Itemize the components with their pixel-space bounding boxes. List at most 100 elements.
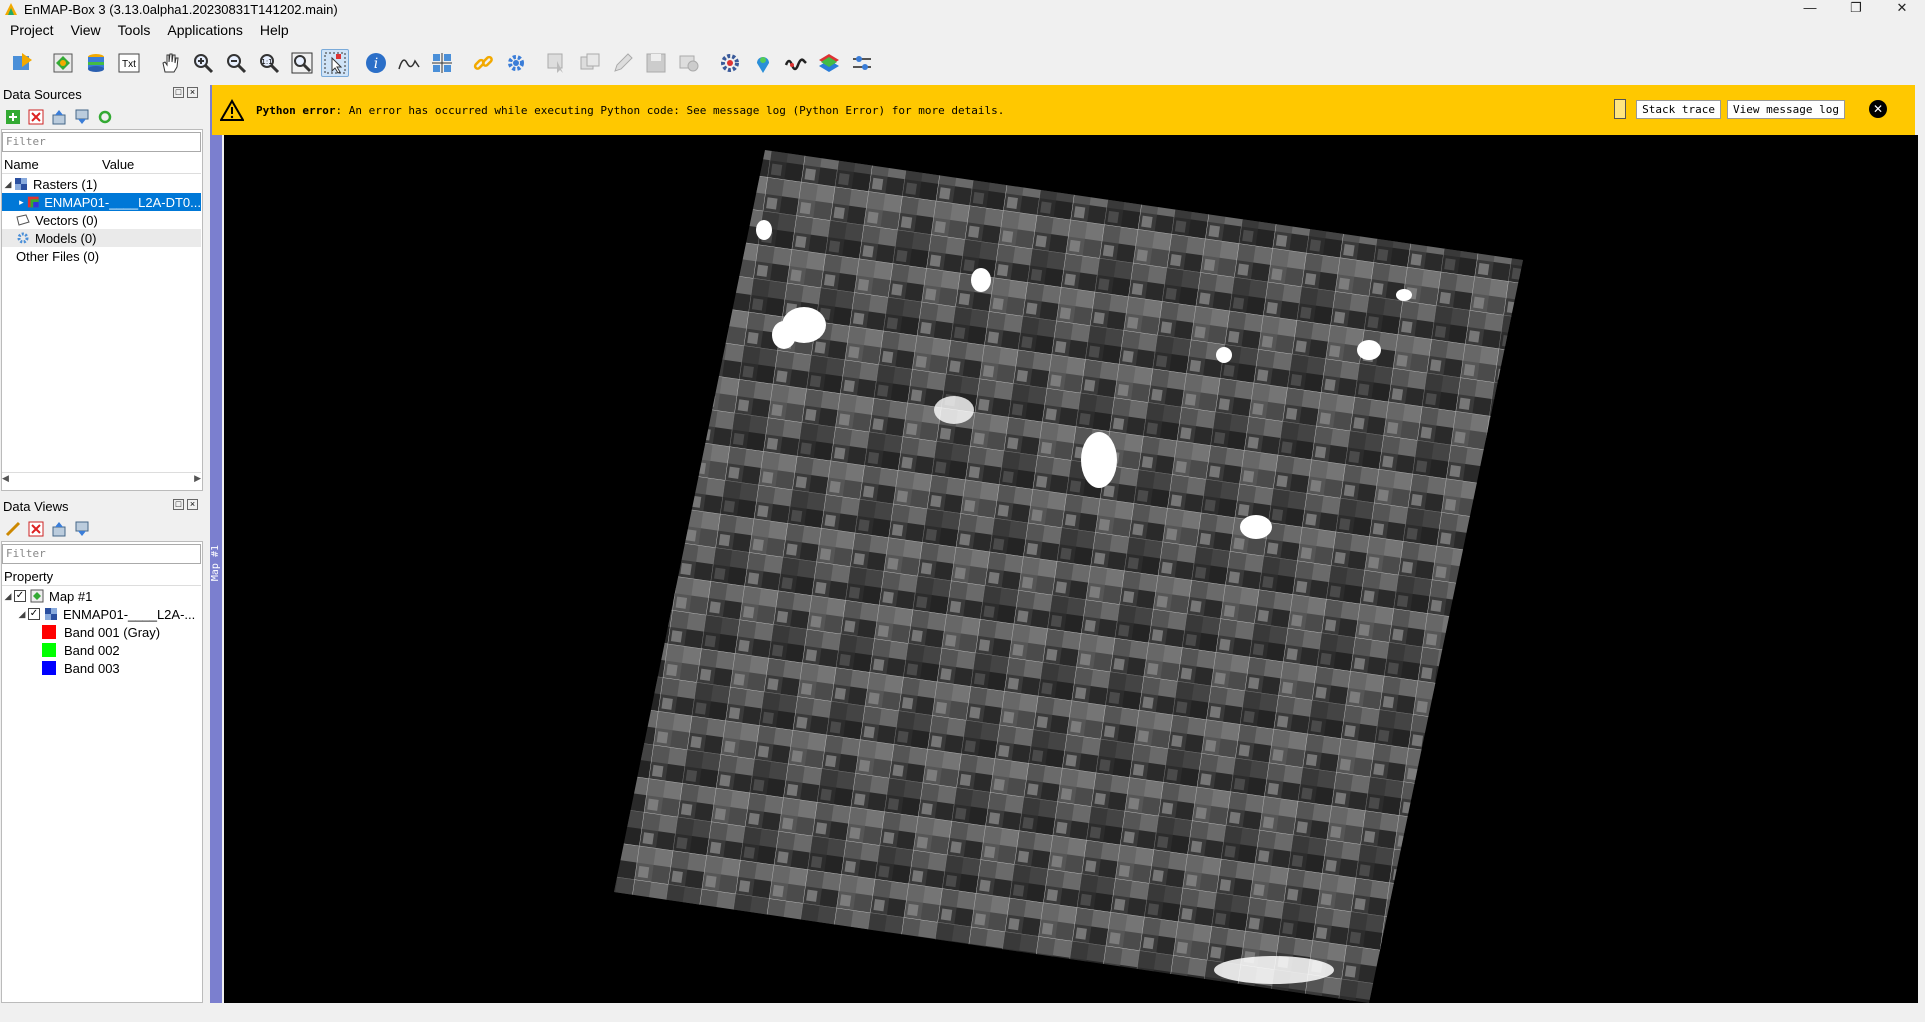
add-source-icon[interactable]	[4, 108, 21, 125]
column-name[interactable]: Name	[2, 157, 102, 172]
tree-item-vectors[interactable]: Vectors (0)	[2, 211, 201, 229]
map-icon	[30, 589, 44, 603]
select-icon[interactable]	[321, 49, 349, 77]
band-color-swatch	[42, 661, 56, 675]
remove-source-icon[interactable]	[27, 108, 44, 125]
tree-item-band[interactable]: Band 002	[2, 641, 201, 659]
progress-icon	[1614, 99, 1627, 119]
scroll-right-icon[interactable]: ▶	[194, 473, 201, 486]
model-icon	[17, 232, 29, 244]
close-window-icon[interactable]: ✕	[1879, 0, 1925, 18]
pan-icon[interactable]	[156, 49, 184, 77]
add-database-icon[interactable]	[82, 49, 110, 77]
tree-item-models[interactable]: Models (0)	[2, 229, 201, 247]
data-views-filter[interactable]: Filter	[2, 544, 201, 564]
menu-applications[interactable]: Applications	[157, 22, 250, 38]
collapse-arrow-icon[interactable]: ◢	[2, 591, 14, 602]
close-dock-icon[interactable]: ×	[187, 499, 198, 510]
data-sources-filter[interactable]: Filter	[2, 132, 201, 152]
crosshair-icon[interactable]	[428, 49, 456, 77]
zoom-in-icon[interactable]	[189, 49, 217, 77]
tree-item-label: Models (0)	[35, 230, 97, 246]
menu-bar: Project View Tools Applications Help	[0, 19, 296, 41]
brush-icon[interactable]	[4, 520, 21, 537]
spectral-profile-icon[interactable]	[395, 49, 423, 77]
data-views-toolbar	[4, 520, 90, 537]
map-dock-tab[interactable]: Map #1	[210, 85, 222, 1003]
zoom-native-icon[interactable]: 1:1	[255, 49, 283, 77]
collapse-icon[interactable]	[50, 108, 67, 125]
stack-trace-button[interactable]: Stack trace	[1636, 99, 1722, 119]
menu-help[interactable]: Help	[250, 22, 296, 38]
column-property[interactable]: Property	[2, 569, 53, 584]
add-raster-icon[interactable]	[49, 49, 77, 77]
zoom-full-icon[interactable]	[288, 49, 316, 77]
tree-item-label: ENMAP01-____L2A-...	[63, 606, 196, 622]
visibility-checkbox[interactable]: ✓	[14, 590, 26, 602]
tree-item-label: Band 003	[64, 660, 120, 676]
record-icon[interactable]	[675, 49, 703, 77]
tree-item-map[interactable]: ◢ ✓ Map #1	[2, 587, 201, 605]
txt-icon[interactable]: Txt	[115, 49, 143, 77]
column-value[interactable]: Value	[102, 157, 134, 172]
layers-icon[interactable]	[815, 49, 843, 77]
svg-text:1:1: 1:1	[261, 58, 272, 66]
tree-item-label: ENMAP01-____L2A-DT0...	[44, 194, 201, 210]
refresh-icon[interactable]	[96, 108, 113, 125]
scroll-left-icon[interactable]: ◀	[2, 473, 9, 486]
tree-item-other-files[interactable]: Other Files (0)	[2, 247, 201, 265]
map-canvas[interactable]	[224, 135, 1918, 1003]
tree-item-label: Map #1	[49, 588, 93, 604]
remove-view-icon[interactable]	[27, 520, 44, 537]
menu-view[interactable]: View	[61, 22, 108, 38]
float-dock-icon[interactable]: □	[173, 499, 184, 510]
horizontal-scrollbar[interactable]: ◀ ▶	[2, 472, 201, 486]
enmap-logo-icon	[5, 3, 17, 15]
tree-item-enmap-raster[interactable]: ▸ ENMAP01-____L2A-DT0...	[2, 193, 201, 211]
edit-icon[interactable]	[609, 49, 637, 77]
float-dock-icon[interactable]: □	[173, 87, 184, 98]
multiband-raster-icon	[27, 196, 39, 208]
close-error-icon[interactable]: ✕	[1869, 100, 1887, 118]
collapse-arrow-icon[interactable]: ◢	[2, 179, 14, 190]
menu-project[interactable]: Project	[0, 22, 61, 38]
error-message-bar: Python error : An error has occurred whi…	[212, 85, 1915, 135]
settings-icon[interactable]	[502, 49, 530, 77]
collapse-arrow-icon[interactable]: ◢	[16, 609, 28, 620]
tree-item-rasters[interactable]: ◢ Rasters (1)	[2, 175, 201, 193]
window-controls: — ❐ ✕	[1787, 0, 1925, 18]
close-dock-icon[interactable]: ×	[187, 87, 198, 98]
expand-icon[interactable]	[73, 108, 90, 125]
project-icon[interactable]	[8, 49, 36, 77]
warning-icon	[220, 99, 244, 121]
save-icon[interactable]	[642, 49, 670, 77]
restore-icon[interactable]: ❐	[1833, 0, 1879, 18]
processing-icon[interactable]	[716, 49, 744, 77]
visibility-checkbox[interactable]: ✓	[28, 608, 40, 620]
data-views-title: Data Views	[3, 498, 69, 514]
minimize-icon[interactable]: —	[1787, 0, 1833, 18]
expand-icon[interactable]	[73, 520, 90, 537]
expand-arrow-icon[interactable]: ▸	[16, 197, 27, 208]
menu-tools[interactable]: Tools	[108, 22, 158, 38]
tree-item-band[interactable]: Band 003	[2, 659, 201, 677]
tools-icon[interactable]	[848, 49, 876, 77]
data-sources-toolbar	[4, 108, 113, 125]
digitize-icon[interactable]	[576, 49, 604, 77]
vector-icon	[16, 214, 30, 226]
tree-item-layer[interactable]: ◢ ✓ ENMAP01-____L2A-...	[2, 605, 201, 623]
view-message-log-button[interactable]: View message log	[1727, 99, 1845, 119]
locate-icon[interactable]	[749, 49, 777, 77]
wave-icon[interactable]	[782, 49, 810, 77]
raster-icon	[15, 178, 27, 190]
data-views-columns: Property	[2, 568, 201, 586]
collapse-icon[interactable]	[50, 520, 67, 537]
link-icon[interactable]	[469, 49, 497, 77]
identify-icon[interactable]: i	[362, 49, 390, 77]
select-feature-icon[interactable]	[543, 49, 571, 77]
tree-item-label: Vectors (0)	[35, 212, 98, 228]
error-label: Python error	[256, 103, 336, 117]
window-title: EnMAP-Box 3 (3.13.0alpha1.20230831T14120…	[24, 1, 338, 17]
zoom-out-icon[interactable]	[222, 49, 250, 77]
tree-item-band[interactable]: Band 001 (Gray)	[2, 623, 201, 641]
